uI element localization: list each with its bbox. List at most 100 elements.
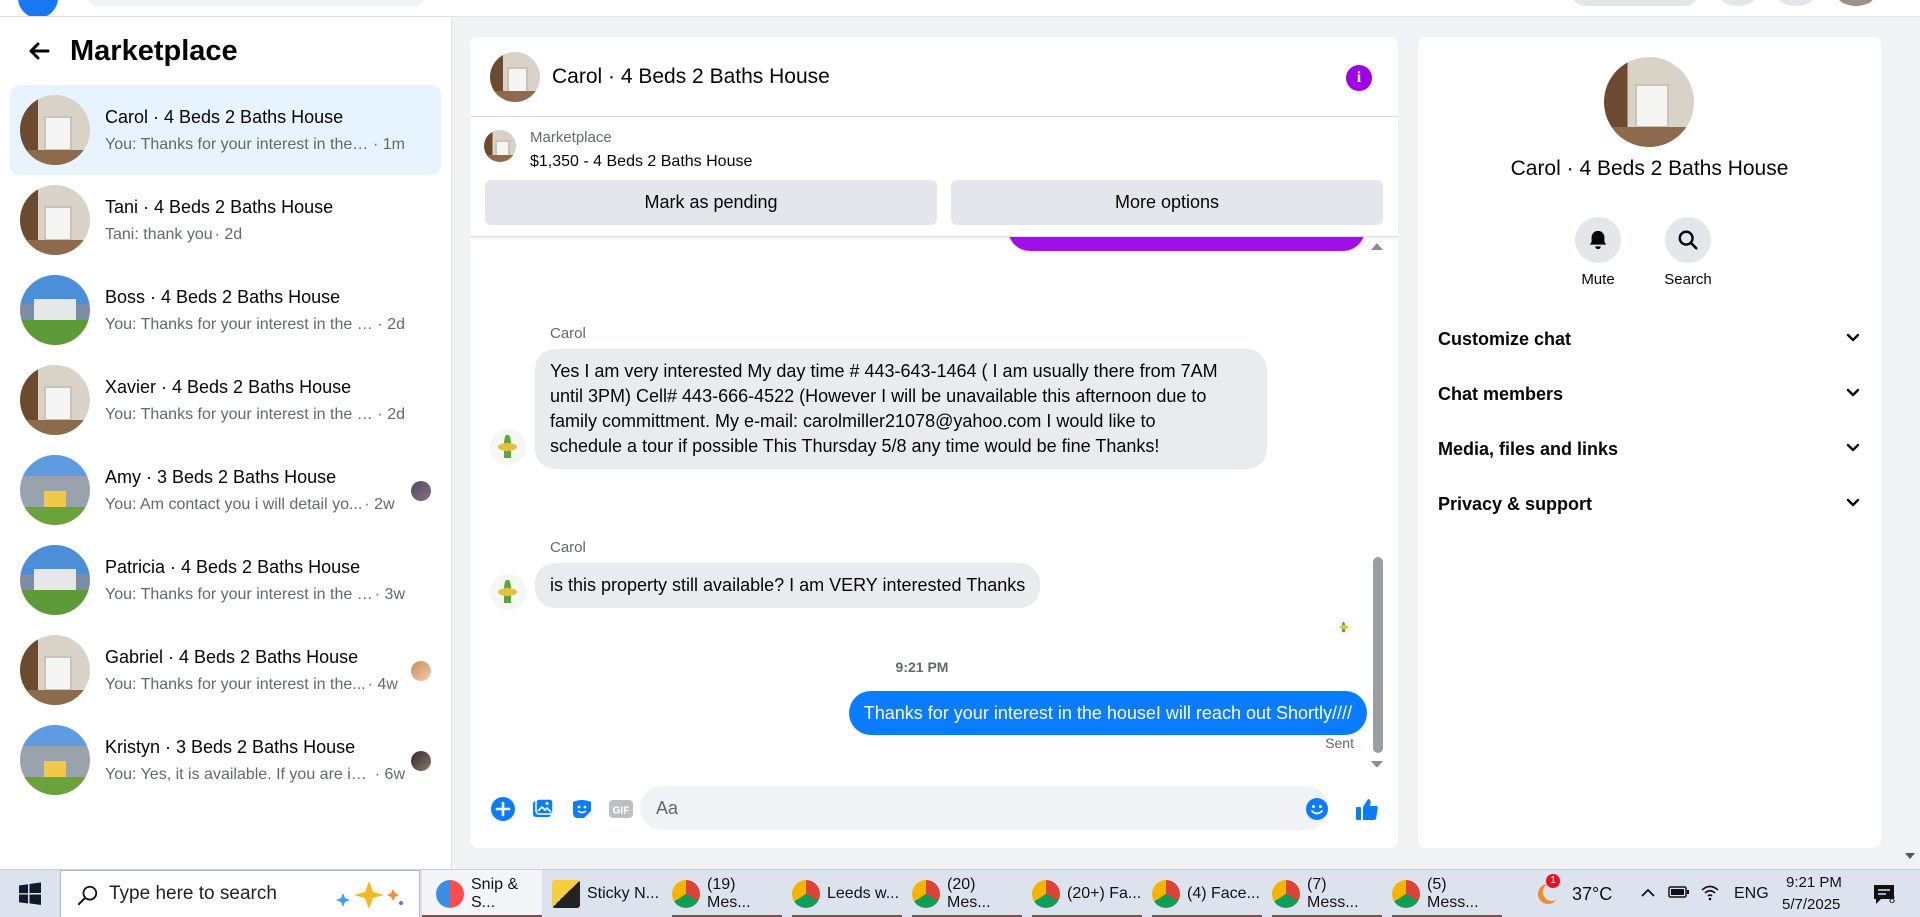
- message-thread[interactable]: Carol Yes I am very interested My day ti…: [470, 237, 1398, 767]
- conversation-item-amy[interactable]: Amy · 3 Beds 2 Baths House You: Am conta…: [10, 445, 441, 535]
- taskbar-app-chrome-6[interactable]: (7) Mess...: [1272, 870, 1382, 917]
- chat-title[interactable]: Carol · 4 Beds 2 Baths House: [552, 65, 830, 89]
- scroll-down-icon[interactable]: [1371, 761, 1383, 767]
- section-media-files-links[interactable]: Media, files and links: [1438, 429, 1861, 469]
- search-highlight-icon: [329, 879, 409, 916]
- conversation-time: · 3w: [374, 585, 405, 603]
- mark-as-pending-button[interactable]: Mark as pending: [485, 180, 937, 225]
- conversation-snippet: You: Thanks for your interest in the h..…: [105, 135, 371, 153]
- top-navigation-bar: [0, 0, 1920, 17]
- chevron-down-icon: [1845, 439, 1861, 460]
- conversation-item-xavier[interactable]: Xavier · 4 Beds 2 Baths House You: Thank…: [10, 355, 441, 445]
- conversation-item-gabriel[interactable]: Gabriel · 4 Beds 2 Baths House You: Than…: [10, 625, 441, 715]
- avatar: [20, 725, 90, 795]
- emoji-icon[interactable]: [1304, 796, 1330, 822]
- windows-icon[interactable]: [18, 882, 42, 906]
- language-indicator[interactable]: ENG: [1734, 885, 1769, 903]
- message-composer: GIF: [470, 777, 1398, 841]
- taskbar-app-chrome-2[interactable]: Leeds w...: [792, 870, 902, 917]
- chat-info-panel: Carol · 4 Beds 2 Baths House Mute Search…: [1418, 37, 1881, 848]
- snipping-tool-icon: [436, 880, 464, 908]
- thumbs-up-icon[interactable]: [1354, 796, 1380, 822]
- clock-date[interactable]: 5/7/2025: [1782, 896, 1840, 913]
- search-button[interactable]: Search: [1658, 217, 1718, 288]
- message-scrollbar[interactable]: [1373, 557, 1383, 753]
- listing-kind: Marketplace: [530, 129, 612, 146]
- section-chat-members[interactable]: Chat members: [1438, 374, 1861, 414]
- taskbar-app-snip[interactable]: Snip & S...: [422, 870, 542, 917]
- taskbar-app-sticky[interactable]: Sticky N...: [552, 870, 662, 917]
- taskbar-search-input[interactable]: Type here to search: [60, 870, 420, 917]
- conversation-item-tani[interactable]: Tani · 4 Beds 2 Baths House Tani: thank …: [10, 175, 441, 265]
- mute-button[interactable]: Mute: [1568, 217, 1628, 288]
- chrome-icon: [1032, 880, 1060, 908]
- search-label: Search: [1664, 271, 1712, 288]
- time-separator: 9:21 PM: [895, 659, 949, 675]
- taskbar-app-chrome-4[interactable]: (20+) Fa...: [1032, 870, 1142, 917]
- conversation-time: · 2w: [364, 495, 395, 513]
- bell-icon: [1575, 217, 1621, 263]
- avatar: [20, 455, 90, 525]
- taskbar-app-chrome-5[interactable]: (4) Face...: [1152, 870, 1262, 917]
- more-options-button[interactable]: More options: [951, 180, 1383, 225]
- chrome-icon: [672, 880, 700, 908]
- taskbar-app-chrome-7[interactable]: (5) Mess...: [1392, 870, 1502, 917]
- facebook-logo-icon[interactable]: [18, 0, 58, 16]
- avatar[interactable]: [490, 429, 526, 465]
- wifi-icon[interactable]: [1700, 883, 1720, 906]
- top-menu-icon[interactable]: [1718, 0, 1758, 6]
- incoming-message[interactable]: Yes I am very interested My day time # 4…: [535, 349, 1267, 469]
- avatar[interactable]: [1604, 57, 1694, 147]
- previous-outgoing-message[interactable]: [1008, 237, 1365, 251]
- top-menu-button[interactable]: [1572, 0, 1698, 6]
- photo-icon[interactable]: [530, 796, 556, 822]
- conversation-name: Boss · 4 Beds 2 Baths House: [105, 286, 341, 307]
- taskbar-app-chrome-1[interactable]: (19) Mes...: [672, 870, 782, 917]
- notification-count: 8: [1889, 894, 1896, 906]
- chrome-icon: [1152, 880, 1180, 908]
- message-line: is this property still available? I am V…: [550, 575, 1026, 595]
- clock-time[interactable]: 9:21 PM: [1786, 874, 1842, 891]
- weather-temperature[interactable]: 37°C: [1572, 884, 1612, 905]
- taskbar-app-label: (4) Face...: [1187, 885, 1260, 902]
- taskbar-app-label: Sticky N...: [587, 885, 660, 902]
- taskbar-app-label: Snip & S...: [471, 876, 519, 911]
- listing-name[interactable]: $1,350 - 4 Beds 2 Baths House: [530, 153, 752, 171]
- scroll-up-icon[interactable]: [1371, 243, 1383, 250]
- gif-icon[interactable]: GIF: [608, 796, 634, 822]
- conversation-item-patricia[interactable]: Patricia · 4 Beds 2 Baths House You: Tha…: [10, 535, 441, 625]
- taskbar-app-chrome-3[interactable]: (20) Mes...: [912, 870, 1022, 917]
- tray-expand-icon[interactable]: [1640, 886, 1656, 904]
- conversation-item-boss[interactable]: Boss · 4 Beds 2 Baths House You: Thanks …: [10, 265, 441, 355]
- chat-panel: Carol · 4 Beds 2 Baths House i Marketpla…: [470, 37, 1398, 848]
- outgoing-message[interactable]: Thanks for your interest in the houseI w…: [848, 691, 1367, 735]
- avatar[interactable]: [490, 51, 540, 102]
- chevron-down-icon: [1845, 494, 1861, 515]
- back-arrow-icon[interactable]: [24, 36, 54, 66]
- plus-icon[interactable]: [490, 796, 516, 822]
- avatar: [20, 545, 90, 615]
- top-account-avatar[interactable]: [1836, 0, 1876, 6]
- taskbar-app-label: (5) Mess...: [1427, 876, 1479, 911]
- top-search-input[interactable]: [86, 0, 426, 6]
- seen-receipt-avatar: [1336, 619, 1352, 635]
- battery-icon[interactable]: [1668, 884, 1690, 905]
- conversation-snippet: Tani: thank you: [105, 225, 213, 243]
- message-input[interactable]: [640, 786, 1328, 830]
- conversation-item-kristyn[interactable]: Kristyn · 3 Beds 2 Baths House You: Yes,…: [10, 715, 441, 805]
- info-icon[interactable]: i: [1346, 65, 1372, 91]
- listing-thumbnail[interactable]: [484, 130, 516, 162]
- section-customize-chat[interactable]: Customize chat: [1438, 319, 1861, 359]
- section-privacy-support[interactable]: Privacy & support: [1438, 484, 1861, 524]
- conversation-item-carol[interactable]: Carol · 4 Beds 2 Baths House You: Thanks…: [10, 85, 441, 175]
- sticker-icon[interactable]: [569, 796, 595, 822]
- taskbar-app-label: (20) Mes...: [947, 876, 991, 911]
- sidebar-title: Marketplace: [70, 34, 238, 67]
- incoming-message[interactable]: is this property still available? I am V…: [535, 563, 1041, 608]
- conversation-name: Tani · 4 Beds 2 Baths House: [105, 196, 334, 217]
- chrome-icon: [1392, 880, 1420, 908]
- avatar[interactable]: [490, 574, 526, 610]
- page-scroll-down-icon[interactable]: [1905, 853, 1915, 859]
- top-messenger-icon[interactable]: [1776, 0, 1816, 6]
- taskbar-search-placeholder: Type here to search: [109, 883, 277, 904]
